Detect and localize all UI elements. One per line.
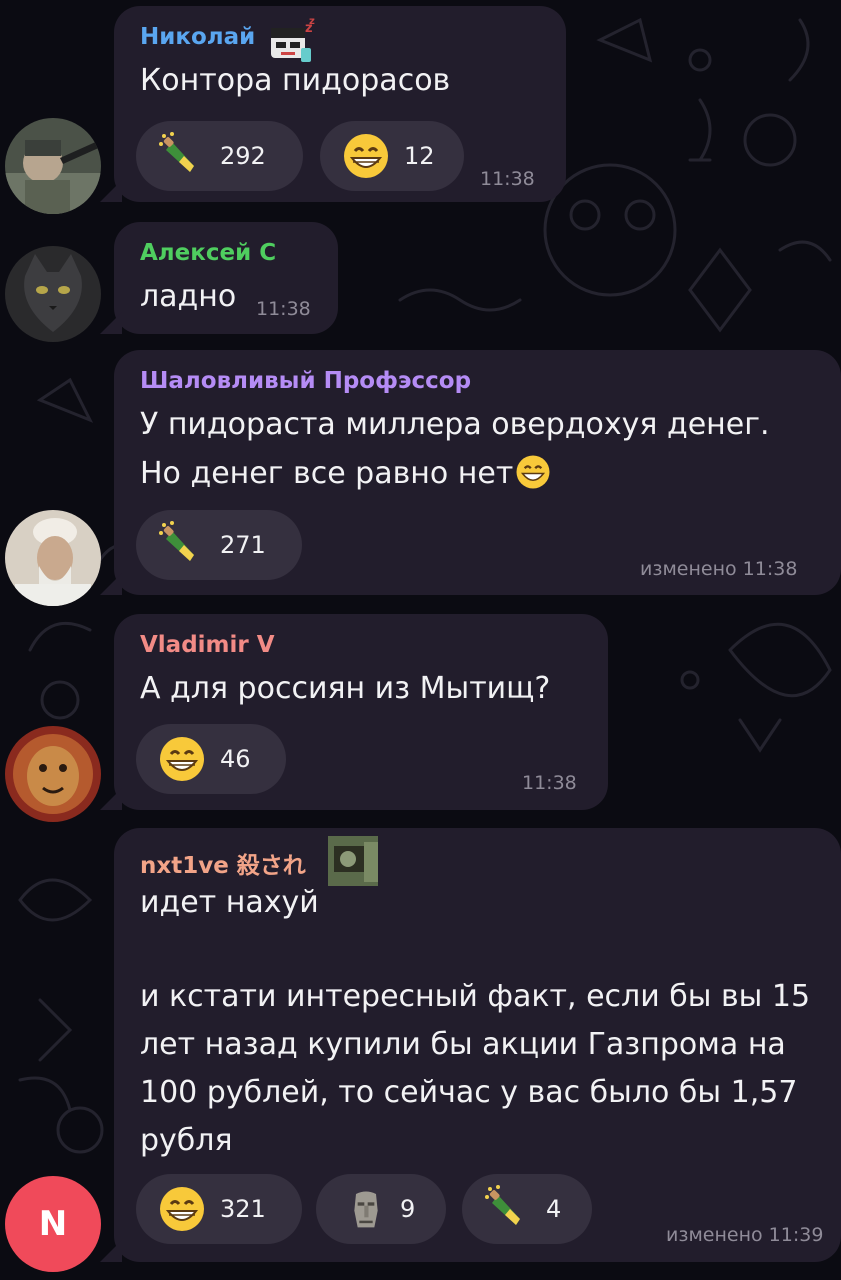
avatar-vladimir[interactable] (5, 726, 101, 822)
message-time: изменено 11:38 (640, 558, 798, 580)
champagne-icon (159, 521, 194, 561)
message-text-line: рубля (140, 1123, 233, 1158)
moai-icon (354, 1191, 378, 1228)
svg-text:z: z (309, 18, 315, 27)
grinning-face-icon (344, 134, 388, 178)
message-text-line: Но денег все равно нет (140, 454, 551, 493)
message-bubble[interactable]: Николай z z Контора пидорасов 292 12 11:… (100, 6, 566, 202)
sender-name[interactable]: Алексей С (140, 240, 276, 266)
reaction-champagne[interactable]: 4 (462, 1174, 592, 1244)
avatar-aleksei[interactable] (5, 246, 101, 342)
reaction-count: 271 (220, 531, 266, 559)
message-time: 11:38 (522, 772, 577, 794)
grinning-face-icon (160, 1187, 204, 1231)
message-text: А для россиян из Мытищ? (140, 671, 551, 706)
message-text-line: и кстати интересный факт, если бы вы 15 (140, 979, 811, 1014)
message-bubble[interactable]: Vladimir V А для россиян из Мытищ? 46 11… (100, 614, 608, 810)
emoji-status-icon: z z (271, 18, 315, 62)
message-bubble[interactable]: nxt1ve 殺され идет нахуй и кстати интересны… (100, 828, 841, 1262)
avatar-nikolai[interactable] (5, 118, 101, 214)
champagne-icon (485, 1185, 520, 1225)
message-time: 11:38 (256, 298, 311, 320)
sender-name[interactable]: Николай (140, 24, 255, 50)
reaction-grin[interactable]: 12 (320, 121, 464, 191)
sender-name[interactable]: nxt1ve 殺され (140, 846, 306, 880)
reaction-champagne[interactable]: 271 (136, 510, 302, 580)
grinning-face-icon (516, 455, 550, 489)
emoji-status-icon (328, 836, 378, 886)
reaction-count: 12 (404, 142, 435, 170)
reaction-count: 321 (220, 1195, 266, 1223)
message-text-line: идет нахуй (140, 885, 319, 920)
message-time: 11:38 (480, 168, 535, 190)
message-bubble[interactable]: Шаловливый Профэссор У пидораста миллера… (100, 350, 841, 595)
avatar-letter: N (38, 1204, 68, 1244)
message-text-line: 100 рублей, то сейчас у вас было бы 1,57 (140, 1075, 798, 1110)
message-time: изменено 11:39 (666, 1224, 824, 1246)
reaction-count: 292 (220, 142, 266, 170)
avatar-professor[interactable] (5, 510, 101, 606)
message-bubble[interactable]: Алексей С ладно 11:38 (100, 222, 338, 334)
reaction-count: 4 (546, 1195, 562, 1223)
reaction-moai[interactable]: 9 (316, 1174, 446, 1244)
sender-name[interactable]: Шаловливый Профэссор (140, 368, 471, 394)
message-text: ладно (140, 279, 237, 314)
grinning-face-icon (160, 737, 204, 781)
champagne-icon (159, 132, 194, 172)
reaction-grin[interactable]: 321 (136, 1174, 302, 1244)
reaction-count: 46 (220, 745, 251, 773)
reaction-grin[interactable]: 46 (136, 724, 286, 794)
message-text-line: лет назад купили бы акции Газпрома на (140, 1027, 786, 1062)
message-text: Контора пидорасов (140, 63, 451, 98)
reaction-champagne[interactable]: 292 (136, 121, 303, 191)
sender-name[interactable]: Vladimir V (140, 632, 275, 658)
avatar-nxt1ve[interactable]: N (5, 1176, 101, 1272)
message-text-line: У пидораста миллера овердохуя денег. (140, 407, 770, 442)
reaction-count: 9 (400, 1195, 416, 1223)
